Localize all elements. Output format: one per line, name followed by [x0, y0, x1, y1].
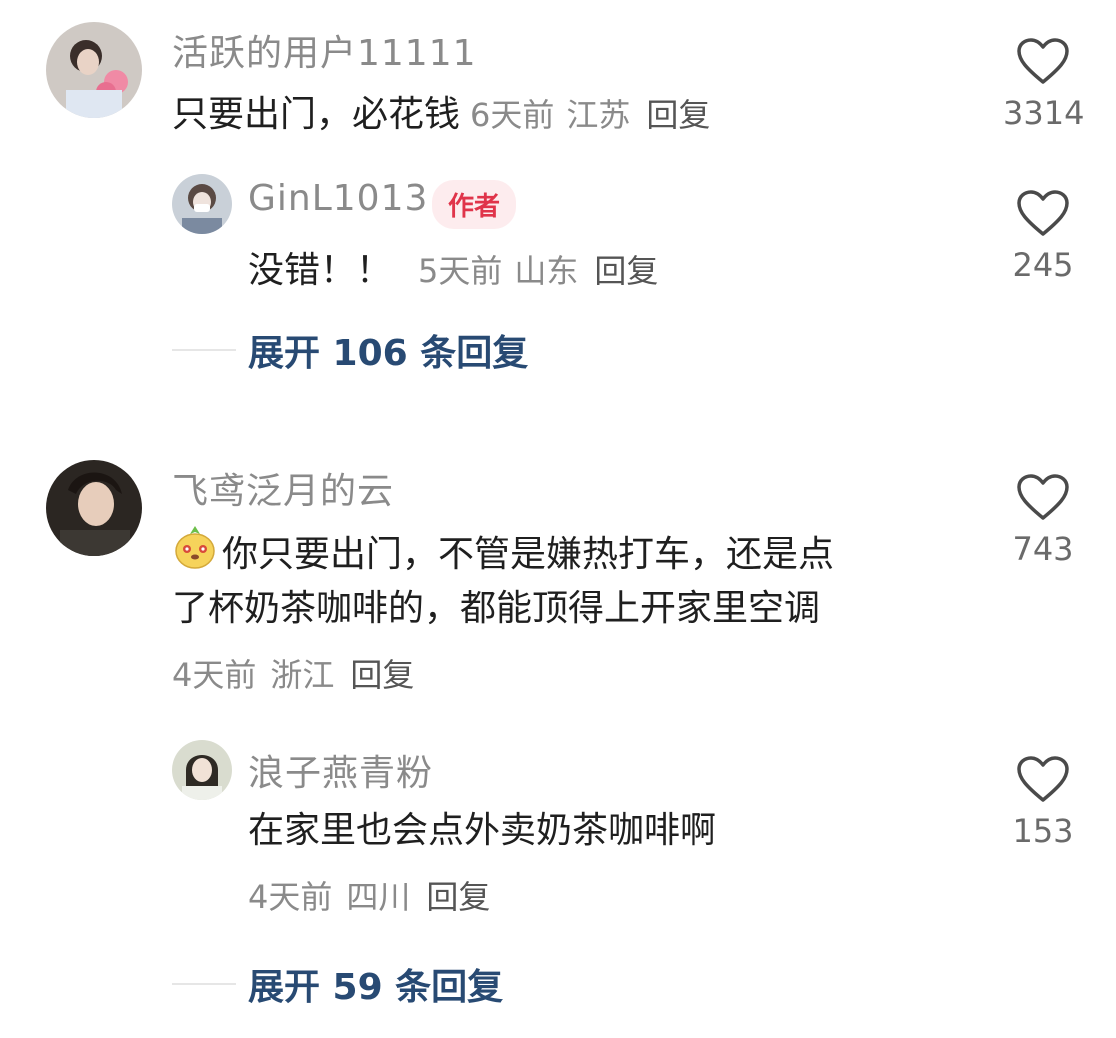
comment-time: 4天前 [172, 656, 257, 694]
reply-text: 在家里也会点外卖奶茶咖啡啊 [248, 802, 716, 860]
expand-replies-button[interactable]: 展开 59 条回复 [172, 958, 503, 1010]
heart-icon [1017, 474, 1069, 520]
comment-username[interactable]: 飞鸢泛月的云 [172, 462, 394, 514]
comment-meta: 4天前 浙江 回复 [172, 650, 414, 696]
comment-body-line2: 了杯奶茶咖啡的，都能顶得上开家里空调 [172, 588, 821, 629]
comment-time: 6天前 [470, 96, 555, 134]
divider [172, 983, 236, 985]
expand-replies-label: 展开 59 条回复 [248, 967, 504, 1008]
comment-location: 江苏 [566, 96, 631, 134]
comment-username[interactable]: 活跃的用户11111 [172, 24, 477, 76]
reply-body: 没错！！ [248, 250, 393, 291]
divider [172, 349, 236, 351]
comment-body: 只要出门，必花钱 [172, 94, 461, 135]
like-count: 245 [1012, 246, 1074, 284]
like-count: 153 [1012, 812, 1074, 850]
heart-icon [1017, 756, 1069, 802]
expand-replies-button[interactable]: 展开 106 条回复 [172, 324, 528, 376]
reply-time: 4天前 [248, 878, 333, 916]
reply-button[interactable]: 回复 [426, 878, 490, 916]
comment-body-line1: 你只要出门，不管是嫌热打车，还是点 [222, 534, 835, 575]
like-count: 743 [1012, 530, 1074, 568]
comment-location: 浙江 [270, 656, 335, 694]
expand-replies-label: 展开 106 条回复 [248, 333, 529, 374]
reply-time: 5天前 [418, 252, 503, 290]
like-button[interactable]: 3314 [1003, 38, 1085, 132]
reply-location: 山东 [514, 252, 579, 290]
comment-text: 只要出门，必花钱 6天前 江苏 回复 [172, 86, 710, 144]
heart-icon [1017, 38, 1069, 84]
reply-button[interactable]: 回复 [646, 96, 710, 134]
like-button[interactable]: 245 [1003, 190, 1083, 284]
reply-button[interactable]: 回复 [350, 656, 414, 694]
reply-meta: 4天前 四川 回复 [248, 872, 490, 918]
avatar[interactable] [172, 174, 232, 234]
reply-button[interactable]: 回复 [594, 252, 658, 290]
reply-text: 没错！！ 5天前 山东 回复 [248, 242, 658, 300]
avatar[interactable] [46, 22, 142, 118]
reply-username[interactable]: GinL1013 [248, 178, 428, 219]
comment-text: 了杯奶茶咖啡的，都能顶得上开家里空调 [172, 580, 820, 638]
like-button[interactable]: 153 [1003, 756, 1083, 850]
heart-icon [1017, 190, 1069, 236]
avatar[interactable] [172, 740, 232, 800]
pineapple-face-emoji [172, 524, 218, 588]
reply-body: 在家里也会点外卖奶茶咖啡啊 [248, 810, 717, 851]
comment-text: 你只要出门，不管是嫌热打车，还是点 [172, 524, 834, 588]
reply-location: 四川 [346, 878, 411, 916]
author-badge: 作者 [432, 180, 517, 229]
reply-username[interactable]: 浪子燕青粉 [248, 744, 433, 796]
like-button[interactable]: 743 [1003, 474, 1083, 568]
avatar[interactable] [46, 460, 142, 556]
like-count: 3314 [1003, 94, 1085, 132]
